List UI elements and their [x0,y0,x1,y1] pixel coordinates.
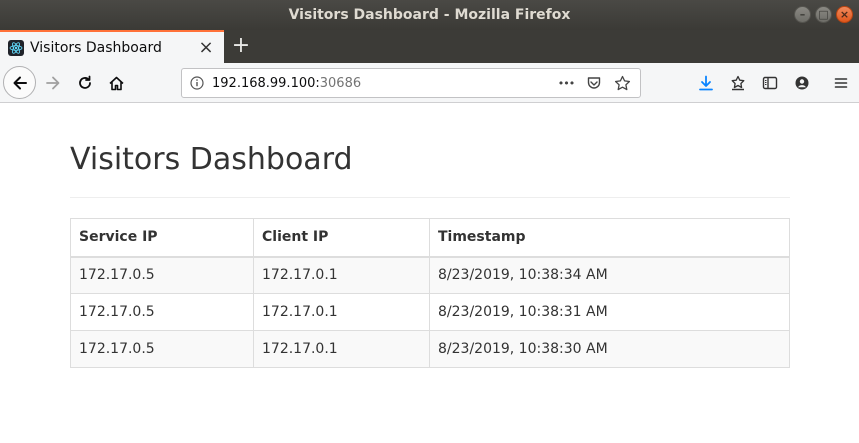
url-host: 192.168.99.100: [212,75,320,91]
library-star-icon [731,75,745,91]
cell-client-ip: 172.17.0.1 [253,330,430,368]
table-row: 172.17.0.5 172.17.0.1 8/23/2019, 10:38:3… [70,293,790,331]
cell-timestamp: 8/23/2019, 10:38:31 AM [429,293,790,331]
tab-title: Visitors Dashboard [30,39,162,56]
cell-client-ip: 172.17.0.1 [253,293,430,331]
downloads-button[interactable] [691,68,721,98]
close-window-button[interactable]: × [836,6,853,23]
back-arrow-icon [13,76,27,89]
tab-strip: Visitors Dashboard × + [0,30,859,63]
site-info-icon[interactable] [182,76,212,90]
menu-button[interactable] [826,68,856,98]
navigation-toolbar: 192.168.99.100:30686 ••• [0,63,859,103]
sidebar-button[interactable] [755,68,785,98]
back-button[interactable] [3,66,36,99]
library-button[interactable] [723,68,753,98]
forward-button[interactable] [38,68,68,98]
visitors-table: Service IP Client IP Timestamp 172.17.0.… [70,218,790,368]
cell-client-ip: 172.17.0.1 [253,256,430,294]
url-port: 30686 [319,75,362,91]
cell-timestamp: 8/23/2019, 10:38:30 AM [429,330,790,368]
bookmark-star-icon[interactable] [610,71,634,95]
table-header-row: Service IP Client IP Timestamp [70,218,790,258]
column-header-timestamp: Timestamp [429,218,790,258]
column-header-service-ip: Service IP [70,218,254,258]
cell-service-ip: 172.17.0.5 [70,293,254,331]
forward-arrow-icon [46,76,60,90]
window-titlebar: Visitors Dashboard - Mozilla Firefox – □… [0,0,859,30]
hamburger-menu-icon [834,78,848,88]
url-text[interactable]: 192.168.99.100:30686 [212,76,361,91]
address-bar[interactable]: 192.168.99.100:30686 ••• [181,68,641,98]
tab-visitors-dashboard[interactable]: Visitors Dashboard × [0,30,224,63]
heading-divider [70,197,790,198]
home-icon [108,76,124,90]
page-title: Visitors Dashboard [70,142,353,177]
sidebar-icon [762,76,778,90]
cell-service-ip: 172.17.0.5 [70,256,254,294]
tab-close-icon[interactable]: × [196,37,216,58]
page-viewport: Visitors Dashboard Service IP Client IP … [0,104,859,443]
window-title: Visitors Dashboard - Mozilla Firefox [288,7,571,23]
window-controls: – □ × [794,6,853,23]
cell-service-ip: 172.17.0.5 [70,330,254,368]
table-row: 172.17.0.5 172.17.0.1 8/23/2019, 10:38:3… [70,256,790,294]
home-button[interactable] [101,68,131,98]
table-row: 172.17.0.5 172.17.0.1 8/23/2019, 10:38:3… [70,330,790,368]
page-actions-menu-icon[interactable]: ••• [554,71,578,95]
reload-icon [79,75,91,89]
cell-timestamp: 8/23/2019, 10:38:34 AM [429,256,790,294]
reload-button[interactable] [70,68,100,98]
react-favicon-icon [8,39,24,56]
account-button[interactable] [787,68,817,98]
new-tab-button[interactable]: + [228,33,254,59]
dashboard-container: Visitors Dashboard Service IP Client IP … [70,104,790,368]
url-actions: ••• [554,71,634,95]
minimize-button[interactable]: – [794,6,811,23]
pocket-icon[interactable] [582,71,606,95]
column-header-client-ip: Client IP [253,218,430,258]
maximize-button[interactable]: □ [815,6,832,23]
download-icon [699,75,713,91]
account-icon [795,76,809,90]
